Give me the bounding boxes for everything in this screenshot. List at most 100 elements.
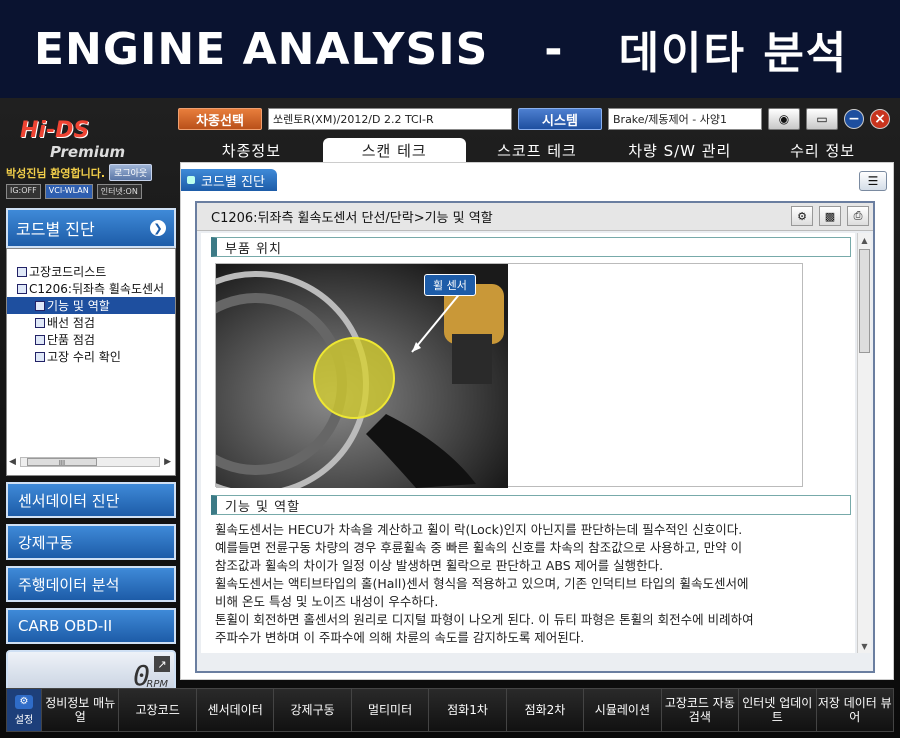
- tree-item[interactable]: 단품 점검: [7, 331, 175, 348]
- dtc-autosearch-button[interactable]: 고장코드 자동검색: [660, 689, 739, 731]
- window-switch-icon[interactable]: ▭: [806, 108, 838, 130]
- internet-update-button[interactable]: 인터넷 업데이트: [738, 689, 816, 731]
- compare-icon[interactable]: ▩: [819, 206, 841, 226]
- sidebar: 코드별 진단 ❯ 고장코드리스트 C1206:뒤좌측 휠속도센서 기능 및 역할…: [6, 208, 176, 698]
- desc-line: 휠속도센서는 HECU가 차속을 계산하고 휠이 락(Lock)인지 아닌지를 …: [215, 522, 743, 537]
- expand-icon[interactable]: ↗: [154, 656, 170, 672]
- folder-icon: [17, 283, 27, 294]
- scroll-thumb[interactable]: [859, 249, 870, 353]
- multimeter-button[interactable]: 멀티미터: [350, 689, 429, 731]
- banner-title-en: ENGINE ANALYSIS: [34, 23, 489, 75]
- saved-data-viewer-button[interactable]: 저장 데이터 뷰어: [815, 689, 893, 731]
- manual-button[interactable]: 정비정보 매뉴얼: [41, 689, 119, 731]
- sensor-data-tool-button[interactable]: 센서데이터: [195, 689, 274, 731]
- tab-scope-tech[interactable]: 스코프 테크: [466, 138, 609, 162]
- desc-line: 주파수가 변하며 이 주파수에 의해 차륜의 속도를 감지하도록 제어된다.: [215, 630, 585, 645]
- list-icon: [35, 300, 45, 311]
- wheel-sensor-photo: [216, 264, 508, 488]
- section-location: 부품 위치: [211, 237, 851, 257]
- desc-line: 비해 온도 특성 및 노이즈 내성이 우수하다.: [215, 594, 439, 609]
- document-frame: C1206:뒤좌측 휠속도센서 단선/단락>기능 및 역할 ⚙ ▩ ⎙ 부품 위…: [195, 201, 875, 673]
- desc-line: 휠속도센서는 액티브타입의 홀(Hall)센서 형식을 적용하고 있으며, 기존…: [215, 576, 749, 591]
- ignition2-button[interactable]: 점화2차: [505, 689, 584, 731]
- section-function: 기능 및 역할: [211, 495, 851, 515]
- desc-line: 참조값과 휠속의 차이가 일정 이상 발생하면 휠락으로 판단하고 ABS 제어…: [215, 558, 664, 573]
- document-tools: ⚙ ▩ ⎙: [791, 206, 869, 226]
- tab-scan-tech[interactable]: 스캔 테크: [322, 138, 466, 162]
- vci-status: VCI-WLAN: [44, 184, 93, 199]
- function-description: 휠속도센서는 HECU가 차속을 계산하고 휠이 락(Lock)인지 아닌지를 …: [215, 521, 855, 647]
- tree-item[interactable]: 배선 점검: [7, 314, 175, 331]
- component-photo: 휠 센서: [215, 263, 803, 488]
- main-panel: 코드별 진단 ☰ C1206:뒤좌측 휠속도센서 단선/단락>기능 및 역할 ⚙…: [180, 162, 894, 680]
- desc-line: 톤휠이 회전하면 홀센서의 원리로 디지털 파형이 나오게 된다. 이 듀티 파…: [215, 612, 754, 627]
- chevron-right-icon: ❯: [150, 220, 166, 236]
- logout-button[interactable]: 로그아웃: [109, 164, 153, 181]
- code-diagnosis-label: 코드별 진단: [16, 220, 95, 239]
- ignition1-button[interactable]: 점화1차: [428, 689, 506, 731]
- caption-bullet-icon: [187, 176, 195, 184]
- settings-icon[interactable]: ⚙: [791, 206, 813, 226]
- tree-item[interactable]: 고장 수리 확인: [7, 348, 175, 365]
- camera-icon[interactable]: ◉: [768, 108, 800, 130]
- scroll-left-icon[interactable]: ◀: [9, 457, 16, 467]
- vehicle-field[interactable]: 쏘렌토R(XM)/2012/D 2.2 TCI-R: [268, 108, 512, 130]
- sensor-data-button[interactable]: 센서데이터 진단: [6, 482, 176, 518]
- list-icon: [35, 334, 45, 345]
- tab-vehicle-info[interactable]: 차종정보: [180, 138, 323, 162]
- document-title: C1206:뒤좌측 휠속도센서 단선/단락>기능 및 역할: [197, 203, 873, 231]
- photo-callout: 휠 센서: [424, 274, 476, 296]
- welcome-area: 박성진님 환영합니다. 로그아웃: [6, 164, 153, 181]
- tree-item[interactable]: C1206:뒤좌측 휠속도센서: [7, 280, 175, 297]
- scroll-thumb[interactable]: III: [26, 458, 97, 467]
- list-icon: [35, 351, 45, 362]
- forced-drive-button[interactable]: 강제구동: [6, 524, 176, 560]
- vehicle-select-button[interactable]: 차종선택: [178, 108, 262, 130]
- list-icon: [17, 266, 27, 277]
- logo-brand: Hi-DS: [20, 118, 90, 143]
- settings-label: 설정: [14, 714, 34, 726]
- forced-drive-tool-button[interactable]: 강제구동: [273, 689, 351, 731]
- panel-caption: 코드별 진단: [181, 169, 277, 191]
- banner-dash: -: [544, 23, 563, 75]
- banner: ENGINE ANALYSIS - 데이타 분석: [0, 0, 900, 98]
- main-tabs: 차종정보 스캔 테크 스코프 테크 차량 S/W 관리 수리 정보: [180, 138, 894, 162]
- banner-title-ko: 데이타 분석: [618, 28, 849, 79]
- tree-item[interactable]: 고장코드리스트: [7, 263, 175, 280]
- document-content: 부품 위치 휠 센서 기능 및 역할 휠속도센서는 HECU가 차속을 계산하고…: [201, 233, 855, 653]
- dtc-button[interactable]: 고장코드: [118, 689, 196, 731]
- bottom-toolbar: ⚙ 설정 정비정보 매뉴얼 고장코드 센서데이터 강제구동 멀티미터 점화1차 …: [6, 688, 894, 732]
- internet-status: 인터넷:ON: [96, 184, 142, 199]
- list-view-icon[interactable]: ☰: [859, 171, 887, 191]
- content-vscrollbar[interactable]: ▲ ▼: [857, 233, 871, 653]
- panel-caption-text: 코드별 진단: [201, 174, 265, 190]
- app-window: Hi-DS Premium 박성진님 환영합니다. 로그아웃 IG:OFF VC…: [0, 98, 900, 738]
- logo-edition: Premium: [50, 143, 126, 161]
- tab-sw-management[interactable]: 차량 S/W 관리: [608, 138, 751, 162]
- driving-data-button[interactable]: 주행데이터 분석: [6, 566, 176, 602]
- simulation-button[interactable]: 시뮬레이션: [583, 689, 661, 731]
- settings-button[interactable]: ⚙ 설정: [7, 689, 41, 731]
- carb-obd-button[interactable]: CARB OBD-II: [6, 608, 176, 644]
- close-icon[interactable]: ×: [870, 109, 890, 129]
- scroll-down-icon[interactable]: ▼: [858, 639, 871, 653]
- print-icon[interactable]: ⎙: [847, 206, 869, 226]
- gear-icon: ⚙: [15, 694, 33, 709]
- welcome-text: 박성진님 환영합니다.: [6, 166, 106, 180]
- tree-hscrollbar[interactable]: ◀ III ▶: [9, 455, 171, 469]
- tree-item[interactable]: 기능 및 역할: [7, 297, 175, 314]
- brand-logo: Hi-DS Premium: [20, 118, 170, 162]
- ig-status: IG:OFF: [6, 184, 41, 199]
- scroll-up-icon[interactable]: ▲: [858, 233, 871, 247]
- scroll-right-icon[interactable]: ▶: [164, 457, 171, 467]
- code-diagnosis-header[interactable]: 코드별 진단 ❯: [6, 208, 176, 248]
- tree-item-label: 단품 점검: [47, 333, 95, 347]
- system-field[interactable]: Brake/제동제어 - 사양1: [608, 108, 762, 130]
- minimize-icon[interactable]: −: [844, 109, 864, 129]
- tree-item-label: 배선 점검: [47, 316, 95, 330]
- scroll-track[interactable]: III: [19, 457, 161, 467]
- tree-item-label: 고장 수리 확인: [47, 350, 121, 364]
- desc-line: 예를들면 전륜구동 차량의 경우 후륜휠속 중 빠른 휠속의 신호를 차속의 참…: [215, 540, 743, 555]
- tab-repair-info[interactable]: 수리 정보: [751, 138, 894, 162]
- system-button[interactable]: 시스템: [518, 108, 602, 130]
